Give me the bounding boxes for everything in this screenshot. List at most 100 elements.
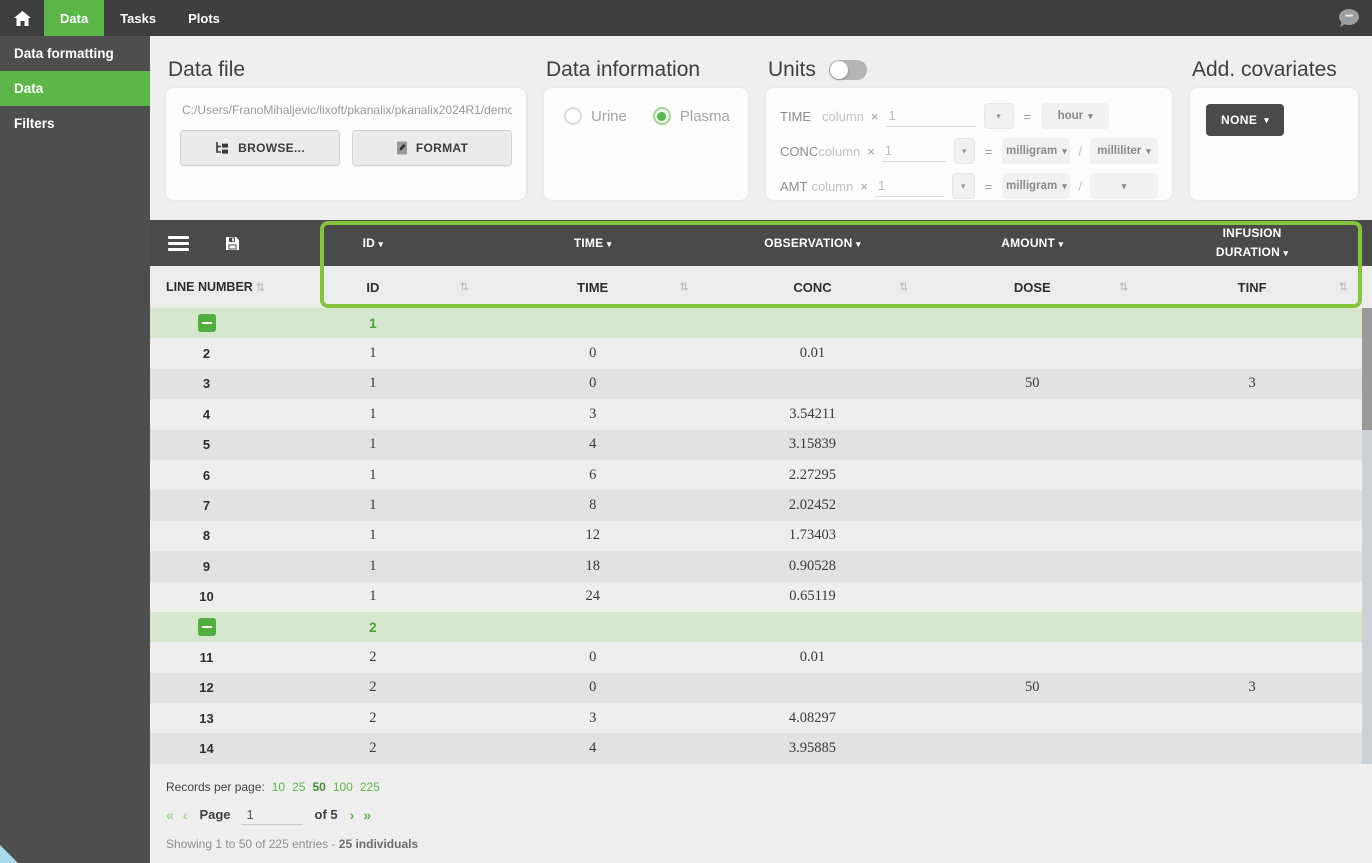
line-number-cell: 6 bbox=[150, 468, 263, 483]
unit-amt-multiplier-input[interactable]: 1 bbox=[875, 175, 944, 197]
id-cell: 2 bbox=[263, 649, 483, 666]
data-information-section: Data information Urine Plasma bbox=[544, 58, 748, 200]
group-row-line-cell bbox=[150, 314, 263, 332]
unit-amt-numerator-select[interactable]: milligram▾ bbox=[1002, 173, 1070, 199]
id-cell: 1 bbox=[263, 406, 483, 423]
table-row[interactable]: 81121.73403 bbox=[150, 521, 1372, 551]
column-type-label: INFUSION DURATION bbox=[1216, 226, 1282, 259]
line-number-cell: 11 bbox=[150, 650, 263, 665]
times-icon: × bbox=[867, 144, 875, 159]
home-button[interactable] bbox=[0, 0, 44, 36]
page-size-option[interactable]: 25 bbox=[292, 780, 305, 794]
table-scrollbar[interactable] bbox=[1362, 308, 1372, 764]
table-row[interactable]: 2100.01 bbox=[150, 338, 1372, 368]
data-information-title: Data information bbox=[546, 58, 748, 81]
table-row[interactable]: 7182.02452 bbox=[150, 490, 1372, 520]
left-sidebar: Data formatting Data Filters bbox=[0, 36, 150, 863]
sidebar-item-data[interactable]: Data bbox=[0, 71, 150, 106]
table-row[interactable]: 6162.27295 bbox=[150, 460, 1372, 490]
conc-cell: 0.01 bbox=[703, 649, 923, 666]
sort-icon[interactable]: ⇅ bbox=[1119, 281, 1128, 294]
tab-tasks[interactable]: Tasks bbox=[104, 0, 172, 36]
sidebar-item-label: Filters bbox=[14, 116, 55, 131]
unit-amt-column-select[interactable]: ▾ bbox=[952, 173, 975, 199]
subheader-label: CONC bbox=[793, 280, 831, 295]
radio-plasma[interactable]: Plasma bbox=[653, 107, 730, 125]
previous-page-button[interactable]: ‹ bbox=[183, 807, 188, 823]
column-type-dropdown-infusion-duration[interactable]: INFUSION DURATION ▾ bbox=[1142, 224, 1362, 261]
chat-bubble-icon bbox=[1336, 8, 1360, 29]
column-type-dropdown-id[interactable]: ID ▾ bbox=[263, 236, 483, 250]
collapse-group-button[interactable] bbox=[198, 314, 216, 332]
unit-time-column-select[interactable]: ▾ bbox=[984, 103, 1014, 129]
minus-icon bbox=[202, 626, 212, 628]
save-icon[interactable] bbox=[225, 236, 240, 251]
sidebar-item-filters[interactable]: Filters bbox=[0, 106, 150, 141]
sort-icon[interactable]: ⇅ bbox=[899, 281, 908, 294]
unit-time-unit-select[interactable]: hour▾ bbox=[1041, 103, 1109, 129]
column-type-dropdown-time[interactable]: TIME ▾ bbox=[483, 236, 703, 250]
table-menu-button[interactable] bbox=[168, 233, 189, 254]
sort-icon[interactable]: ⇅ bbox=[1339, 281, 1348, 294]
id-cell: 1 bbox=[263, 497, 483, 514]
format-button[interactable]: FORMAT bbox=[352, 130, 512, 166]
data-file-title: Data file bbox=[168, 58, 526, 81]
table-row[interactable]: 1220503 bbox=[150, 673, 1372, 703]
unit-amt-denominator-select[interactable]: ▾ bbox=[1090, 173, 1158, 199]
sort-icon[interactable]: ⇅ bbox=[460, 281, 469, 294]
last-page-button[interactable]: » bbox=[363, 807, 371, 823]
unit-conc-label: CONC bbox=[780, 144, 818, 159]
units-toggle[interactable] bbox=[829, 60, 867, 80]
next-page-button[interactable]: › bbox=[350, 807, 355, 823]
sidebar-item-data-formatting[interactable]: Data formatting bbox=[0, 36, 150, 71]
page-size-option[interactable]: 50 bbox=[312, 780, 325, 794]
covariates-none-dropdown[interactable]: NONE ▾ bbox=[1206, 104, 1284, 136]
tab-plots[interactable]: Plots bbox=[172, 0, 236, 36]
format-button-label: FORMAT bbox=[416, 141, 468, 155]
covariates-section: Add. covariates NONE ▾ bbox=[1190, 58, 1358, 200]
page-size-option[interactable]: 10 bbox=[272, 780, 285, 794]
page-size-option[interactable]: 225 bbox=[360, 780, 380, 794]
unit-conc-column-select[interactable]: ▾ bbox=[954, 138, 975, 164]
unit-time-label: TIME bbox=[780, 109, 822, 124]
unit-time-multiplier-input[interactable]: 1 bbox=[886, 105, 976, 127]
tab-data[interactable]: Data bbox=[44, 0, 104, 36]
unit-conc-numerator-select[interactable]: milligram▾ bbox=[1002, 138, 1070, 164]
unit-conc-denominator-select[interactable]: milliliter▾ bbox=[1090, 138, 1158, 164]
table-row[interactable]: 101240.65119 bbox=[150, 582, 1372, 612]
table-row[interactable]: 5143.15839 bbox=[150, 430, 1372, 460]
unit-conc-multiplier-input[interactable]: 1 bbox=[882, 140, 946, 162]
column-type-dropdown-observation[interactable]: OBSERVATION ▾ bbox=[703, 236, 923, 250]
column-type-dropdown-amount[interactable]: AMOUNT ▾ bbox=[922, 236, 1142, 250]
feedback-button[interactable] bbox=[1336, 0, 1372, 36]
time-cell: 24 bbox=[483, 588, 703, 605]
page-number-input[interactable]: 1 bbox=[241, 805, 303, 825]
caret-down-icon: ▾ bbox=[1059, 239, 1064, 249]
table-row[interactable]: 14243.95885 bbox=[150, 733, 1372, 763]
scrollbar-thumb[interactable] bbox=[1362, 308, 1372, 430]
unit-time-column-text: column bbox=[822, 109, 864, 124]
first-page-button[interactable]: « bbox=[166, 807, 174, 823]
equals-icon: = bbox=[985, 179, 993, 194]
data-information-card: Urine Plasma bbox=[544, 88, 748, 200]
group-row[interactable]: 1 bbox=[150, 308, 1372, 338]
table-row[interactable]: 310503 bbox=[150, 369, 1372, 399]
time-cell: 12 bbox=[483, 527, 703, 544]
radio-urine[interactable]: Urine bbox=[564, 107, 627, 125]
sort-icon[interactable]: ⇅ bbox=[679, 281, 688, 294]
subheader-id: ID⇅ bbox=[263, 280, 483, 295]
line-number-cell: 9 bbox=[150, 559, 263, 574]
conc-cell: 2.02452 bbox=[703, 497, 923, 514]
table-row[interactable]: 13234.08297 bbox=[150, 703, 1372, 733]
conc-cell: 3.54211 bbox=[703, 406, 923, 423]
page-size-option[interactable]: 100 bbox=[333, 780, 353, 794]
group-row[interactable]: 2 bbox=[150, 612, 1372, 642]
id-cell: 1 bbox=[263, 527, 483, 544]
table-row[interactable]: 91180.90528 bbox=[150, 551, 1372, 581]
table-row[interactable]: 4133.54211 bbox=[150, 399, 1372, 429]
caret-down-icon: ▾ bbox=[1062, 182, 1067, 191]
collapse-group-button[interactable] bbox=[198, 618, 216, 636]
browse-button[interactable]: BROWSE... bbox=[180, 130, 340, 166]
time-cell: 4 bbox=[483, 436, 703, 453]
table-row[interactable]: 11200.01 bbox=[150, 642, 1372, 672]
